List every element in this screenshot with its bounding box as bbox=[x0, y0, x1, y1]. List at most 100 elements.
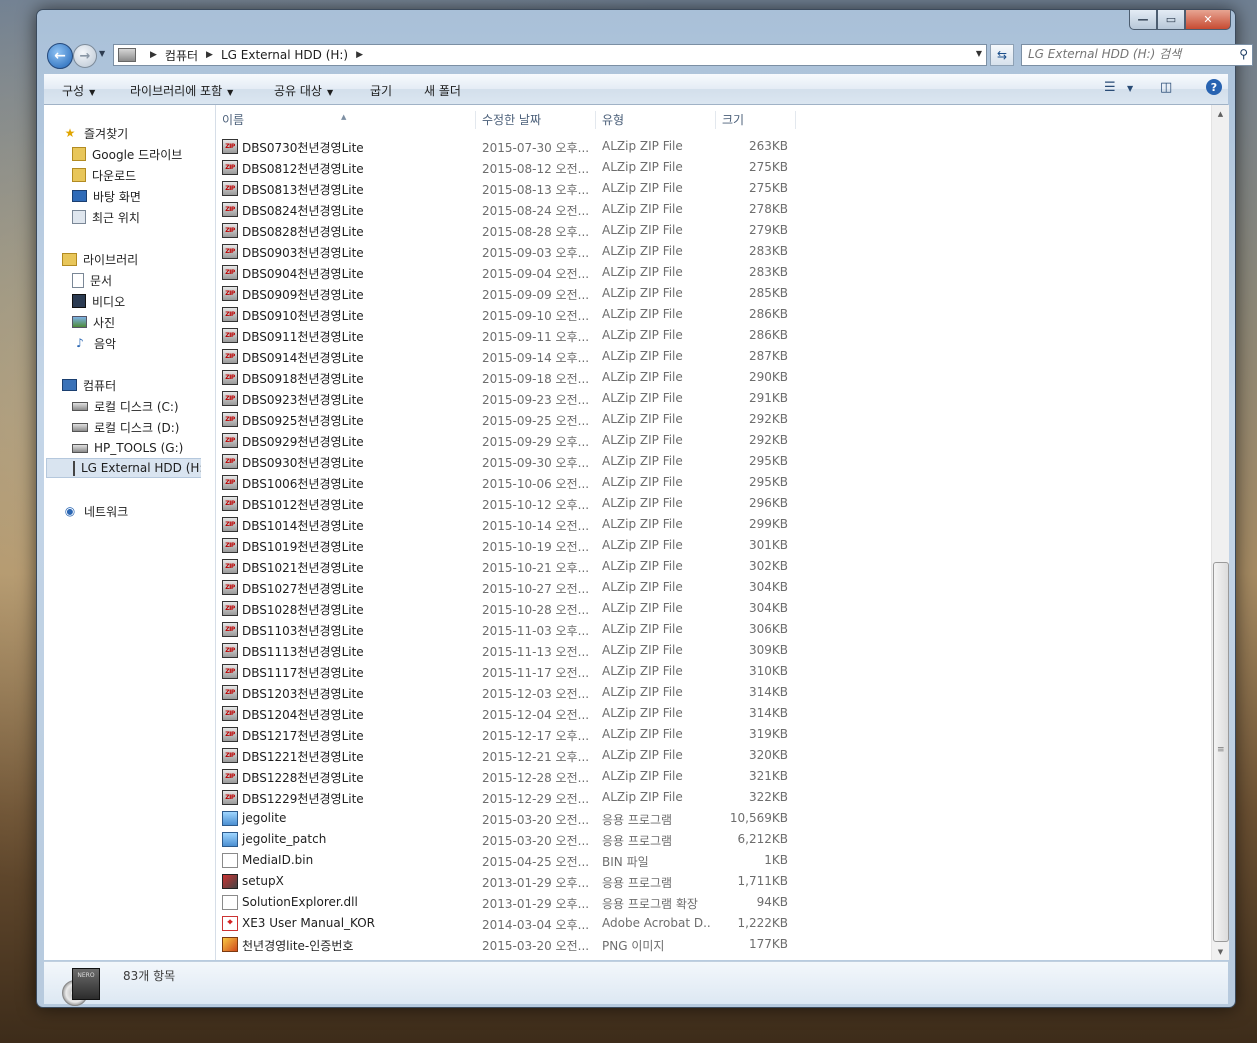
nav-item-drive-h[interactable]: LG External HDD (H:) bbox=[46, 458, 201, 478]
file-row[interactable]: ZIP DBS0904천년경영Lite 2015-09-04 오전... ALZip … bbox=[216, 262, 816, 283]
nav-network[interactable]: ◉ 네트워크 bbox=[62, 501, 128, 521]
file-size: 1KB bbox=[764, 853, 788, 867]
column-header-date[interactable]: 수정한 날짜 bbox=[476, 111, 596, 129]
burn-button[interactable]: 굽기 bbox=[370, 82, 392, 99]
software-box-icon: NERO bbox=[72, 968, 100, 1000]
help-icon[interactable]: ? bbox=[1206, 79, 1222, 95]
chevron-right-icon[interactable]: ▶ bbox=[150, 50, 157, 60]
recent-pages-dropdown[interactable]: ▼ bbox=[99, 49, 105, 58]
file-row[interactable]: setupX 2013-01-29 오후... 응용 프로그램 1,711KB bbox=[216, 871, 816, 892]
column-header-size[interactable]: 크기 bbox=[716, 111, 796, 129]
file-type: ALZip ZIP File bbox=[602, 223, 683, 237]
chevron-right-icon[interactable]: ▶ bbox=[206, 50, 213, 60]
file-row[interactable]: ZIP DBS0903천년경영Lite 2015-09-03 오후... ALZip … bbox=[216, 241, 816, 262]
file-row[interactable]: ZIP DBS0918천년경영Lite 2015-09-18 오전... ALZip … bbox=[216, 367, 816, 388]
file-row[interactable]: ZIP DBS1014천년경영Lite 2015-10-14 오전... ALZip … bbox=[216, 514, 816, 535]
nav-item-drive-g[interactable]: HP_TOOLS (G:) bbox=[72, 438, 183, 458]
file-row[interactable]: ZIP DBS1006천년경영Lite 2015-10-06 오전... ALZip … bbox=[216, 472, 816, 493]
nav-item-pictures[interactable]: 사진 bbox=[72, 312, 115, 332]
forward-button[interactable]: → bbox=[73, 44, 97, 68]
zip-file-icon: ZIP bbox=[222, 664, 238, 679]
view-options-icon[interactable]: ☰ bbox=[1104, 80, 1116, 95]
file-row[interactable]: ZIP DBS0813천년경영Lite 2015-08-13 오후... ALZip … bbox=[216, 178, 816, 199]
nav-favorites[interactable]: ★ 즐겨찾기 bbox=[62, 123, 129, 143]
file-date: 2015-09-29 오후... bbox=[482, 435, 590, 449]
share-with-button[interactable]: 공유 대상 ▼ bbox=[274, 82, 333, 99]
file-row[interactable]: ZIP DBS1229천년경영Lite 2015-12-29 오전... ALZip … bbox=[216, 787, 816, 808]
minimize-button[interactable]: — bbox=[1129, 10, 1157, 30]
file-row[interactable]: ZIP DBS0911천년경영Lite 2015-09-11 오후... ALZip … bbox=[216, 325, 816, 346]
nav-item-videos[interactable]: 비디오 bbox=[72, 291, 125, 311]
column-header-type[interactable]: 유형 bbox=[596, 111, 716, 129]
file-row[interactable]: ZIP DBS1221천년경영Lite 2015-12-21 오후... ALZip … bbox=[216, 745, 816, 766]
file-row[interactable]: ZIP DBS1204천년경영Lite 2015-12-04 오전... ALZip … bbox=[216, 703, 816, 724]
address-dropdown-icon[interactable]: ▼ bbox=[976, 49, 982, 58]
preview-pane-icon[interactable]: ◫ bbox=[1160, 80, 1172, 95]
file-row[interactable]: jegolite 2015-03-20 오전... 응용 프로그램 10,569KB bbox=[216, 808, 816, 829]
maximize-button[interactable]: ▭ bbox=[1157, 10, 1185, 30]
file-row[interactable]: ZIP DBS0930천년경영Lite 2015-09-30 오후... ALZip … bbox=[216, 451, 816, 472]
column-header-name[interactable]: 이름 ▲ bbox=[216, 111, 476, 129]
file-row[interactable]: ZIP DBS0824천년경영Lite 2015-08-24 오전... ALZip … bbox=[216, 199, 816, 220]
file-row[interactable]: ZIP DBS0925천년경영Lite 2015-09-25 오전... ALZip … bbox=[216, 409, 816, 430]
search-icon[interactable]: ⚲ bbox=[1239, 47, 1248, 61]
file-row[interactable]: MediaID.bin 2015-04-25 오전... BIN 파일 1KB bbox=[216, 850, 816, 871]
back-button[interactable]: ← bbox=[47, 43, 73, 69]
scroll-down-icon[interactable]: ▼ bbox=[1212, 943, 1229, 960]
file-row[interactable]: ZIP DBS0812천년경영Lite 2015-08-12 오전... ALZip … bbox=[216, 157, 816, 178]
nav-item-drive-c[interactable]: 로컬 디스크 (C:) bbox=[72, 396, 179, 416]
nav-item-documents[interactable]: 문서 bbox=[72, 270, 112, 290]
file-size: 279KB bbox=[748, 223, 788, 237]
file-row[interactable]: ZIP DBS1103천년경영Lite 2015-11-03 오후... ALZip … bbox=[216, 619, 816, 640]
file-row[interactable]: ZIP DBS1217천년경영Lite 2015-12-17 오후... ALZip … bbox=[216, 724, 816, 745]
file-row[interactable]: ⌖ XE3 User Manual_KOR 2014-03-04 오후... Adob… bbox=[216, 913, 816, 934]
refresh-button[interactable]: ⇆ bbox=[990, 44, 1014, 66]
file-row[interactable]: 천년경영lite-인증번호 2015-03-20 오전... PNG 이미지 177K… bbox=[216, 934, 816, 955]
search-box[interactable]: ⚲ bbox=[1021, 44, 1253, 66]
nav-item-desktop[interactable]: 바탕 화면 bbox=[72, 186, 141, 206]
view-dropdown-icon[interactable]: ▼ bbox=[1127, 84, 1133, 93]
chevron-right-icon[interactable]: ▶ bbox=[356, 50, 363, 60]
file-row[interactable]: ZIP DBS1203천년경영Lite 2015-12-03 오전... ALZip … bbox=[216, 682, 816, 703]
breadcrumb-drive[interactable]: LG External HDD (H:) bbox=[221, 48, 348, 62]
file-row[interactable]: ZIP DBS0914천년경영Lite 2015-09-14 오후... ALZip … bbox=[216, 346, 816, 367]
scroll-up-icon[interactable]: ▲ bbox=[1212, 105, 1229, 122]
file-row[interactable]: ZIP DBS0910천년경영Lite 2015-09-10 오전... ALZip … bbox=[216, 304, 816, 325]
address-bar[interactable]: ▶ 컴퓨터 ▶ LG External HDD (H:) ▶ ▼ bbox=[113, 44, 987, 66]
nav-libraries[interactable]: 라이브러리 bbox=[62, 249, 138, 269]
nav-computer[interactable]: 컴퓨터 bbox=[62, 375, 116, 395]
scrollbar-thumb[interactable]: ≡ bbox=[1213, 562, 1229, 942]
file-row[interactable]: ZIP DBS0828천년경영Lite 2015-08-28 오후... ALZip … bbox=[216, 220, 816, 241]
new-folder-button[interactable]: 새 폴더 bbox=[424, 82, 461, 99]
nav-item-recent-places[interactable]: 최근 위치 bbox=[72, 207, 140, 227]
file-row[interactable]: ZIP DBS0909천년경영Lite 2015-09-09 오전... ALZip … bbox=[216, 283, 816, 304]
file-row[interactable]: ZIP DBS0929천년경영Lite 2015-09-29 오후... ALZip … bbox=[216, 430, 816, 451]
file-row[interactable]: ZIP DBS0923천년경영Lite 2015-09-23 오전... ALZip … bbox=[216, 388, 816, 409]
file-row[interactable]: ZIP DBS1113천년경영Lite 2015-11-13 오전... ALZip … bbox=[216, 640, 816, 661]
file-row[interactable]: ZIP DBS1021천년경영Lite 2015-10-21 오후... ALZip … bbox=[216, 556, 816, 577]
close-button[interactable]: ✕ bbox=[1185, 10, 1231, 30]
breadcrumb-computer[interactable]: 컴퓨터 bbox=[165, 47, 198, 64]
organize-button[interactable]: 구성 ▼ bbox=[62, 82, 95, 99]
vertical-scrollbar[interactable]: ▲ ≡ ▼ bbox=[1211, 105, 1229, 960]
file-name: MediaID.bin bbox=[242, 853, 314, 867]
file-row[interactable]: ZIP DBS1019천년경영Lite 2015-10-19 오전... ALZip … bbox=[216, 535, 816, 556]
file-row[interactable]: ZIP DBS0730천년경영Lite 2015-07-30 오후... ALZip … bbox=[216, 136, 816, 157]
file-name: DBS1027천년경영Lite bbox=[242, 582, 364, 596]
file-row[interactable]: ZIP DBS1117천년경영Lite 2015-11-17 오전... ALZip … bbox=[216, 661, 816, 682]
nav-item-drive-d[interactable]: 로컬 디스크 (D:) bbox=[72, 417, 179, 437]
search-input[interactable] bbox=[1022, 45, 1218, 63]
nav-item-music[interactable]: ♪ 음악 bbox=[72, 333, 116, 353]
file-row[interactable]: ZIP DBS1012천년경영Lite 2015-10-12 오후... ALZip … bbox=[216, 493, 816, 514]
file-row[interactable]: ZIP DBS1228천년경영Lite 2015-12-28 오전... ALZip … bbox=[216, 766, 816, 787]
include-in-library-button[interactable]: 라이브러리에 포함 ▼ bbox=[130, 82, 233, 99]
file-row[interactable]: ZIP DBS1027천년경영Lite 2015-10-27 오전... ALZip … bbox=[216, 577, 816, 598]
file-row[interactable]: SolutionExplorer.dll 2013-01-29 오후... 응용 프… bbox=[216, 892, 816, 913]
file-row[interactable]: ZIP DBS1028천년경영Lite 2015-10-28 오전... ALZip … bbox=[216, 598, 816, 619]
nav-item-google-drive[interactable]: Google 드라이브 bbox=[72, 144, 182, 164]
nav-item-downloads[interactable]: 다운로드 bbox=[72, 165, 136, 185]
file-name: XE3 User Manual_KOR bbox=[242, 916, 376, 930]
file-row[interactable]: jegolite_patch 2015-03-20 오전... 응용 프로그램 6,2… bbox=[216, 829, 816, 850]
pane-splitter[interactable] bbox=[201, 105, 216, 960]
organize-label: 구성 bbox=[62, 84, 85, 98]
